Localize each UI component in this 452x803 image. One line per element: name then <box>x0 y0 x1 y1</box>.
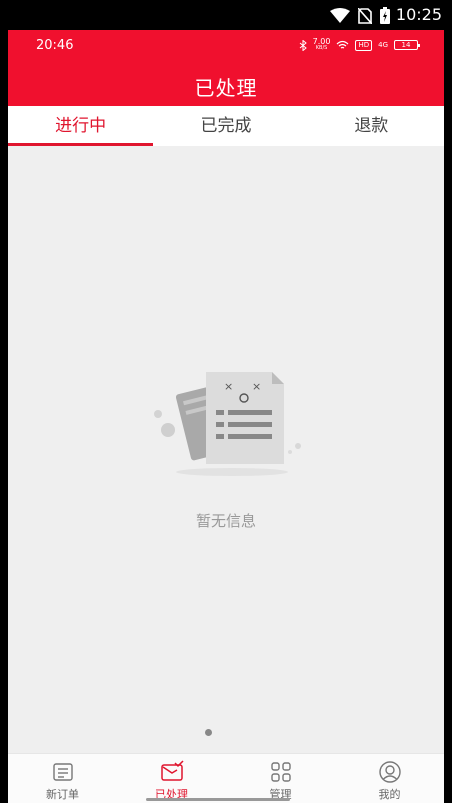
bottom-navigation: 新订单 已处理 管理 我的 <box>8 753 444 803</box>
grid-icon <box>270 762 291 782</box>
network-speed: 7.00 KB/S <box>313 38 331 52</box>
page-indicator-dot <box>205 729 212 736</box>
svg-text:×: × <box>224 380 233 393</box>
battery-charging-icon <box>380 7 390 24</box>
user-icon <box>378 761 401 783</box>
nav-manage[interactable]: 管理 <box>226 754 335 803</box>
nav-label: 新订单 <box>46 788 79 801</box>
system-status-bar: 10:25 <box>0 0 452 30</box>
hd-badge: HD <box>355 39 373 51</box>
nav-label: 我的 <box>378 788 401 801</box>
wifi-icon <box>337 40 349 49</box>
wifi-icon <box>330 7 350 23</box>
tab-refund[interactable]: 退款 <box>299 106 444 146</box>
system-clock: 10:25 <box>395 5 442 24</box>
system-status-icons <box>330 7 390 24</box>
svg-text:×: × <box>252 380 261 393</box>
app-screen: 20:46 7.00 KB/S HD 4G 14 已处理 进行中 已完成 退款 <box>8 30 444 803</box>
tab-in-progress[interactable]: 进行中 <box>8 106 154 146</box>
network-type: 4G <box>378 41 388 49</box>
page-title: 已处理 <box>194 76 258 100</box>
bluetooth-icon <box>299 39 307 51</box>
order-list-area[interactable]: × × 暂无信息 <box>8 146 444 754</box>
order-list-icon <box>52 763 73 781</box>
battery-icon: 14 <box>394 40 420 50</box>
tab-bar: 进行中 已完成 退款 <box>8 106 444 146</box>
network-speed-value: 7.00 <box>312 37 331 46</box>
nav-processed[interactable]: 已处理 <box>117 754 226 803</box>
inner-status-icons: 7.00 KB/S HD 4G 14 <box>299 38 420 52</box>
nav-profile[interactable]: 我的 <box>335 754 444 803</box>
network-speed-unit: KB/S <box>315 45 328 51</box>
home-gesture-bar[interactable] <box>146 798 290 801</box>
empty-state-message: 暂无信息 <box>195 512 256 530</box>
nav-new-orders[interactable]: 新订单 <box>8 754 117 803</box>
app-header: 20:46 7.00 KB/S HD 4G 14 已处理 <box>8 30 444 106</box>
inner-clock: 20:46 <box>36 38 74 53</box>
battery-level: 14 <box>401 41 411 49</box>
empty-document-icon: × × <box>154 372 301 476</box>
inner-status-bar: 20:46 7.00 KB/S HD 4G 14 <box>8 30 444 62</box>
tab-completed[interactable]: 已完成 <box>153 106 298 146</box>
mail-check-icon <box>160 760 184 781</box>
no-sim-icon <box>358 7 372 24</box>
